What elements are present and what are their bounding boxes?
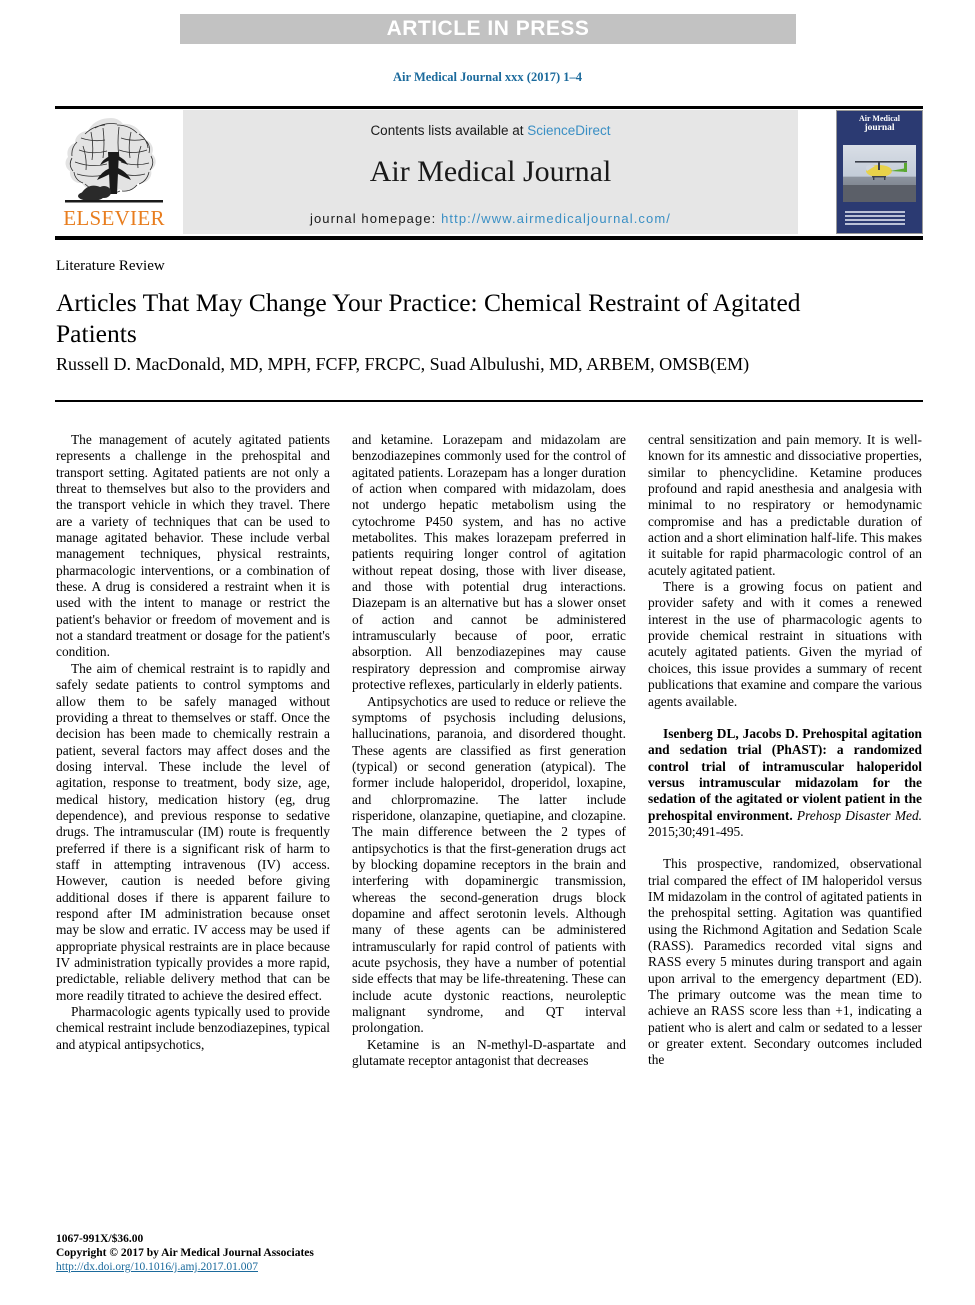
cover-title-line1: Air Medical	[859, 114, 900, 123]
elsevier-logo: ELSEVIER	[55, 110, 173, 234]
elsevier-tree-icon	[65, 118, 163, 203]
masthead-bottom-rule	[55, 236, 923, 240]
article-body: The management of acutely agitated patie…	[56, 432, 922, 1192]
article-in-press-label: ARTICLE IN PRESS	[386, 17, 590, 40]
cover-helicopter-photo	[843, 145, 916, 202]
paragraph: There is a growing focus on patient and …	[648, 579, 922, 709]
section-label: Literature Review	[56, 258, 165, 274]
copyright-line: Copyright © 2017 by Air Medical Journal …	[56, 1247, 314, 1259]
sciencedirect-link[interactable]: ScienceDirect	[527, 123, 610, 138]
citation-detail: 2015;30;491-495.	[648, 823, 744, 839]
author-list: Russell D. MacDonald, MD, MPH, FCFP, FRC…	[56, 354, 750, 374]
cover-footer-text	[845, 211, 905, 227]
contents-prefix: Contents lists available at	[370, 123, 528, 138]
contents-available-line: Contents lists available at ScienceDirec…	[183, 123, 798, 138]
cover-title-line2: journal	[864, 123, 895, 133]
citation-journal-name: Prehosp Disaster Med.	[792, 807, 922, 823]
journal-homepage-line: journal homepage: http://www.airmedicalj…	[183, 211, 798, 226]
journal-masthead: ELSEVIER Contents lists available at Sci…	[55, 110, 923, 234]
elsevier-wordmark: ELSEVIER	[63, 206, 165, 230]
paragraph: Pharmacologic agents typically used to p…	[56, 1004, 330, 1052]
page-title: Articles That May Change Your Practice: …	[56, 288, 801, 348]
header-divider	[55, 400, 923, 402]
paragraph: The aim of chemical restraint is to rapi…	[56, 660, 330, 1003]
paragraph: and ketamine. Lorazepam and midazolam ar…	[352, 432, 626, 693]
masthead-top-rule	[55, 106, 923, 109]
body-column-2: and ketamine. Lorazepam and midazolam ar…	[352, 432, 626, 1192]
paragraph: Antipsychotics are used to reduce or rel…	[352, 693, 626, 1036]
cover-title-band: Air Medical journal	[842, 115, 917, 141]
contents-box: Contents lists available at ScienceDirec…	[183, 110, 798, 234]
helicopter-icon	[855, 161, 907, 180]
doi-link[interactable]: http://dx.doi.org/10.1016/j.amj.2017.01.…	[56, 1260, 476, 1274]
paragraph: This prospective, randomized, observatio…	[648, 856, 922, 1068]
homepage-prefix: journal homepage:	[309, 211, 442, 226]
journal-homepage-link[interactable]: http://www.airmedicaljournal.com/	[441, 211, 671, 226]
citation-heading: Isenberg DL, Jacobs D. Prehospital agita…	[648, 726, 922, 840]
paragraph: central sensitization and pain memory. I…	[648, 432, 922, 578]
article-in-press-banner: ARTICLE IN PRESS	[180, 14, 796, 44]
journal-cover-thumbnail: Air Medical journal	[836, 110, 923, 234]
body-column-3: central sensitization and pain memory. I…	[648, 432, 922, 1192]
running-head: Air Medical Journal xxx (2017) 1–4	[393, 70, 582, 84]
page-footer: 1067-991X/$36.00 Copyright © 2017 by Air…	[56, 1232, 476, 1274]
paragraph: Ketamine is an N-methyl-D-aspartate and …	[352, 1036, 626, 1069]
journal-title: Air Medical Journal	[369, 155, 612, 188]
issn-line: 1067-991X/$36.00	[56, 1233, 144, 1245]
paragraph: The management of acutely agitated patie…	[56, 432, 330, 660]
body-column-1: The management of acutely agitated patie…	[56, 432, 330, 1192]
